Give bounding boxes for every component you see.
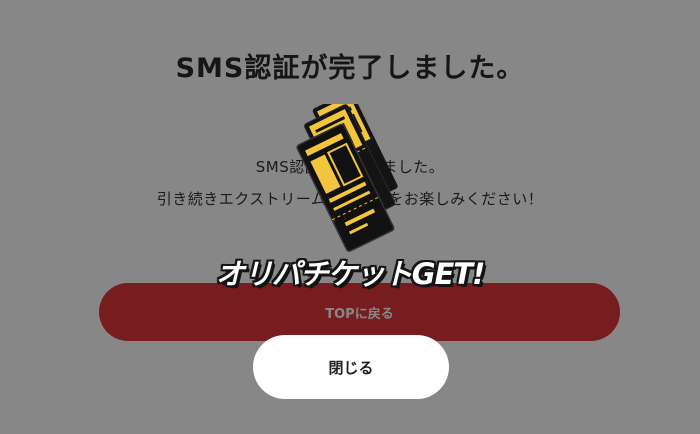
ticket-icon (296, 104, 398, 252)
close-button[interactable]: 閉じる (253, 335, 449, 399)
reward-title: オリパチケットGET! (215, 257, 486, 291)
